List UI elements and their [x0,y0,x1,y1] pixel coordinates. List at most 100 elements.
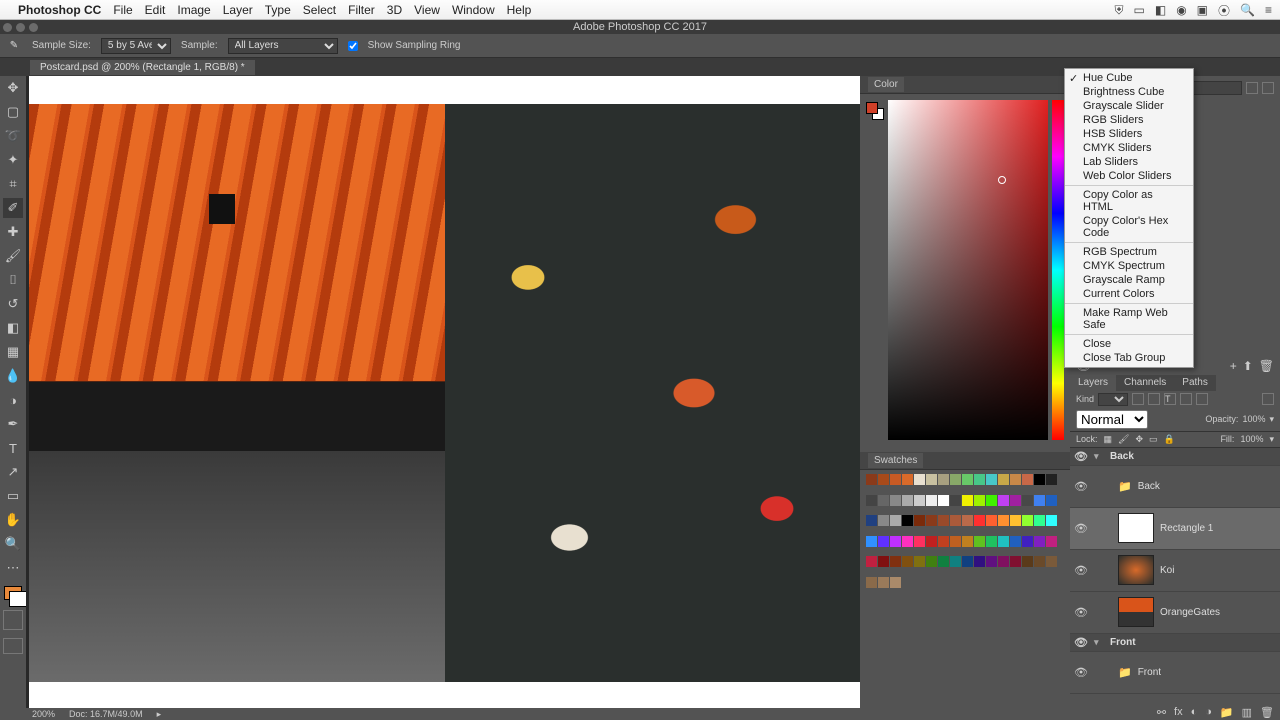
new-layer-icon[interactable]: ▥ [1242,706,1252,719]
menu-item[interactable]: RGB Spectrum [1065,245,1193,259]
layers-tab[interactable]: Layers [1070,375,1116,391]
menu-item[interactable]: Close Tab Group [1065,351,1193,365]
crop-tool-icon[interactable]: ⌗ [3,174,23,194]
swatch[interactable] [1046,495,1057,506]
swatch[interactable] [902,556,913,567]
status-screen-icon[interactable]: ◧ [1155,3,1166,17]
shape-tool-icon[interactable]: ▭ [3,486,23,506]
menu-item[interactable]: Grayscale Slider [1065,99,1193,113]
channels-tab[interactable]: Channels [1116,375,1174,391]
screenmode-icon[interactable] [3,638,23,654]
swatch[interactable] [890,536,901,547]
path-tool-icon[interactable]: ↗ [3,462,23,482]
layer-koi[interactable]: 👁Koi [1070,550,1280,592]
library-add-icon[interactable]: + [1230,359,1237,373]
swatch[interactable] [1034,556,1045,567]
paths-tab[interactable]: Paths [1174,375,1216,391]
color-panel-flyout-menu[interactable]: Hue CubeBrightness CubeGrayscale Slider R… [1064,68,1194,368]
swatch[interactable] [926,536,937,547]
menu-item[interactable]: Copy Color as HTML [1065,188,1193,214]
eyedropper-tool-icon[interactable]: ✐ [3,198,23,218]
menu-item[interactable]: Hue Cube [1065,71,1193,85]
swatch[interactable] [878,474,889,485]
swatches-tab[interactable]: Swatches [868,453,923,468]
library-view-grid-icon[interactable] [1246,82,1258,94]
swatch[interactable] [890,515,901,526]
swatch[interactable] [914,474,925,485]
status-eye-icon[interactable]: ◉ [1176,3,1186,17]
menu-image[interactable]: Image [177,3,210,17]
swatch[interactable] [926,495,937,506]
swatch[interactable] [902,495,913,506]
swatch[interactable] [938,515,949,526]
swatch[interactable] [878,577,889,588]
filter-shape-icon[interactable] [1180,393,1192,405]
dodge-tool-icon[interactable]: ◑ [3,390,23,410]
app-name[interactable]: Photoshop CC [18,3,101,17]
swatch[interactable] [986,474,997,485]
wand-tool-icon[interactable]: ✦ [3,150,23,170]
filter-pixel-icon[interactable] [1132,393,1144,405]
swatch[interactable] [890,474,901,485]
swatch[interactable] [866,536,877,547]
swatch[interactable] [914,495,925,506]
blend-mode-select[interactable]: Normal [1076,410,1148,429]
hue-strip[interactable] [1052,100,1064,440]
swatch[interactable] [974,536,985,547]
swatch[interactable] [1034,515,1045,526]
move-tool-icon[interactable]: ✥ [3,78,23,98]
swatch[interactable] [890,577,901,588]
menu-select[interactable]: Select [303,3,336,17]
visibility-icon[interactable]: 👁 [1074,480,1088,493]
swatch[interactable] [1022,536,1033,547]
swatch[interactable] [950,515,961,526]
window-traffic-lights[interactable] [3,23,38,32]
layer-back[interactable]: 👁📁Back [1070,466,1280,508]
menu-help[interactable]: Help [507,3,532,17]
link-layers-icon[interactable]: ⚯ [1157,706,1166,719]
swatch[interactable] [1046,556,1057,567]
swatch[interactable] [1046,536,1057,547]
opacity-value[interactable]: 100% [1242,414,1265,424]
visibility-icon[interactable]: 👁 [1074,564,1088,577]
swatch[interactable] [938,495,949,506]
trash-icon[interactable]: 🗑 [1260,706,1274,719]
swatch[interactable] [974,515,985,526]
filter-type-icon[interactable]: T [1164,393,1176,405]
lock-all-icon[interactable]: 🔒 [1164,434,1175,445]
more-tools-icon[interactable]: ⋯ [3,558,23,578]
swatch[interactable] [998,495,1009,506]
sample-size-select[interactable]: 5 by 5 Average [101,38,171,54]
hue-cube-field[interactable] [888,100,1048,440]
swatch[interactable] [974,474,985,485]
swatch[interactable] [1034,536,1045,547]
filter-toggle-icon[interactable] [1262,393,1274,405]
swatch[interactable] [986,495,997,506]
menu-item[interactable]: Close [1065,337,1193,351]
menu-window[interactable]: Window [452,3,495,17]
heal-tool-icon[interactable]: ✚ [3,222,23,242]
eyedropper-tool-icon[interactable]: ✎ [6,38,22,54]
disclosure-icon[interactable]: ▾ [1094,451,1104,462]
swatch[interactable] [914,536,925,547]
marquee-tool-icon[interactable]: ▢ [3,102,23,122]
menu-item[interactable]: Brightness Cube [1065,85,1193,99]
mask-icon[interactable]: ◐ [1191,706,1198,718]
menu-edit[interactable]: Edit [145,3,166,17]
swatch[interactable] [950,536,961,547]
swatch[interactable] [926,474,937,485]
swatch[interactable] [890,495,901,506]
lock-pos-icon[interactable]: ✥ [1135,434,1143,445]
swatch[interactable] [878,515,889,526]
swatch[interactable] [866,474,877,485]
visibility-icon[interactable]: 👁 [1074,522,1088,535]
menu-3d[interactable]: 3D [387,3,402,17]
swatch[interactable] [998,515,1009,526]
swatch[interactable] [974,556,985,567]
filter-adjust-icon[interactable] [1148,393,1160,405]
swatch[interactable] [914,556,925,567]
eraser-tool-icon[interactable]: ◧ [3,318,23,338]
swatch[interactable] [902,536,913,547]
lasso-tool-icon[interactable]: ➰ [3,126,23,146]
menu-layer[interactable]: Layer [223,3,253,17]
